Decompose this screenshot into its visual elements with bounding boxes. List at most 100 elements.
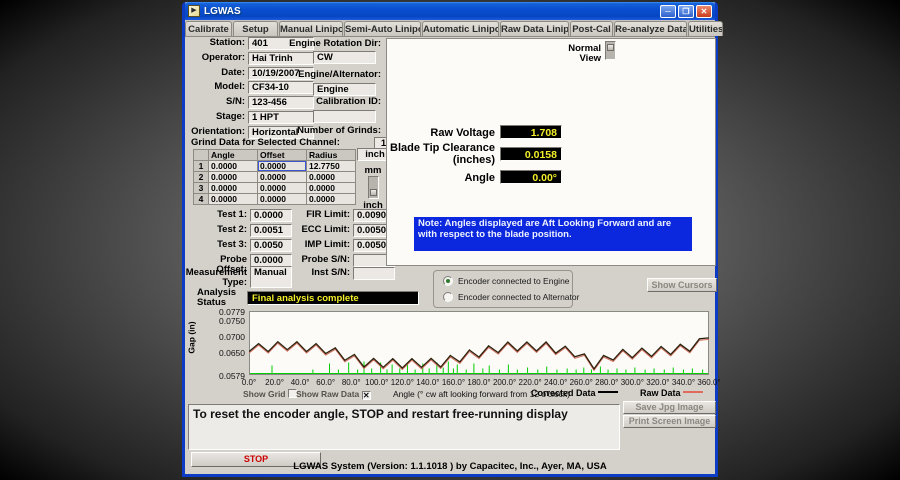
tab-post-cal[interactable]: Post-Cal bbox=[570, 21, 613, 36]
clearance-display: 0.0158 bbox=[500, 147, 562, 161]
engine-alternator-label: Engine/Alternator: bbox=[285, 70, 381, 80]
chart-y-axis-title: Gap (in) bbox=[188, 321, 197, 361]
angle-label: Angle bbox=[407, 173, 495, 185]
test2-label: Test 2: bbox=[189, 225, 247, 235]
analysis-status-label: Analysis Status bbox=[197, 288, 241, 308]
measurement-type-field[interactable]: Manual bbox=[250, 266, 292, 288]
encoder-engine-option[interactable]: Encoder connected to Engine bbox=[443, 276, 570, 286]
table-cell[interactable]: 0.0000 bbox=[258, 183, 306, 193]
calibration-id-field[interactable] bbox=[313, 110, 376, 123]
legend-raw-line-icon bbox=[683, 391, 703, 393]
encoder-alternator-label: Encoder connected to Alternator bbox=[458, 292, 579, 302]
grind-table-title: Grind Data for Selected Channel: bbox=[191, 138, 351, 148]
date-label: Date: bbox=[185, 68, 245, 78]
analysis-status-display: Final analysis complete bbox=[247, 291, 419, 305]
tab-re-analyze-data[interactable]: Re-analyze Data bbox=[614, 21, 687, 36]
app-window: ▶ LGWAS ─ ❐ ✕ Calibrate Setup Manual Lin… bbox=[182, 2, 718, 477]
print-screen-button[interactable]: Print Screen Image bbox=[623, 415, 716, 428]
engine-rotation-field[interactable]: CW bbox=[313, 51, 376, 64]
tab-utilities[interactable]: Utilities bbox=[688, 21, 723, 36]
show-grid-label: Show Grid bbox=[243, 389, 297, 399]
legend-corrected-text: Corrected Data bbox=[531, 388, 596, 398]
tab-calibrate[interactable]: Calibrate bbox=[185, 21, 232, 36]
labview-app-icon: ▶ bbox=[188, 5, 200, 17]
table-cell[interactable]: 12.7750 bbox=[307, 161, 355, 171]
legend-corrected-line-icon bbox=[598, 391, 618, 393]
message-box: To reset the encoder angle, STOP and res… bbox=[188, 404, 620, 450]
imp-limit-label: IMP Limit: bbox=[295, 240, 350, 250]
tab-raw-data-linipot[interactable]: Raw Data Linipot bbox=[500, 21, 569, 36]
encoder-engine-label: Encoder connected to Engine bbox=[458, 276, 570, 286]
test2-field[interactable]: 0.0051 bbox=[250, 224, 292, 237]
clearance-label-line2: (inches) bbox=[453, 154, 495, 166]
stage-field[interactable]: 1 HPT bbox=[248, 111, 314, 124]
test3-label: Test 3: bbox=[189, 240, 247, 250]
tab-semi-auto-linipot[interactable]: Semi-Auto Linipot bbox=[344, 21, 421, 36]
model-label: Model: bbox=[185, 82, 245, 92]
clearance-label-line1: Blade Tip Clearance bbox=[390, 142, 495, 154]
show-raw-checkbox[interactable]: ✕ bbox=[362, 391, 371, 400]
table-cell[interactable]: 0.0000 bbox=[209, 172, 257, 182]
note-box: Note: Angles displayed are Aft Looking F… bbox=[414, 217, 692, 251]
probe-sn-label: Probe S/N: bbox=[295, 255, 350, 265]
orientation-label: Orientation: bbox=[185, 127, 245, 137]
inst-sn-field[interactable] bbox=[353, 267, 395, 280]
test1-field[interactable]: 0.0000 bbox=[250, 209, 292, 222]
status-bar: LGWAS System (Version: 1.1.1018 ) by Cap… bbox=[185, 461, 715, 472]
radio-selected-icon[interactable] bbox=[443, 276, 453, 286]
tab-strip: Calibrate Setup Manual Linipot Semi-Auto… bbox=[185, 20, 715, 37]
normal-view-label: Normal View bbox=[545, 44, 601, 64]
engine-rotation-label: Engine Rotation Dir: bbox=[285, 39, 381, 49]
view-slider-thumb[interactable] bbox=[607, 44, 614, 51]
unit-slider-thumb[interactable] bbox=[370, 189, 377, 196]
number-of-grinds-label: Number of Grinds: bbox=[285, 126, 381, 136]
row-index: 2 bbox=[194, 172, 208, 182]
save-jpg-button[interactable]: Save Jpg Image bbox=[623, 401, 716, 414]
table-cell-selected[interactable]: 0.0000 bbox=[258, 161, 306, 171]
show-cursors-button[interactable]: Show Cursors bbox=[647, 278, 717, 292]
calibration-id-label: Calibration ID: bbox=[285, 97, 381, 107]
row-index: 4 bbox=[194, 194, 208, 204]
minimize-button[interactable]: ─ bbox=[660, 5, 676, 18]
angle-display: 0.00° bbox=[500, 170, 562, 184]
test3-field[interactable]: 0.0050 bbox=[250, 239, 292, 252]
row-index: 1 bbox=[194, 161, 208, 171]
table-cell[interactable]: 0.0000 bbox=[209, 161, 257, 171]
raw-voltage-display: 1.708 bbox=[500, 125, 562, 139]
tab-manual-linipot[interactable]: Manual Linipot bbox=[279, 21, 343, 36]
stage-label: Stage: bbox=[185, 112, 245, 122]
table-cell[interactable]: 0.0000 bbox=[258, 172, 306, 182]
table-header-angle: Angle bbox=[209, 150, 257, 160]
restore-button[interactable]: ❐ bbox=[678, 5, 694, 18]
grind-data-table: Angle Offset Radius 1 0.0000 0.0000 12.7… bbox=[193, 149, 356, 205]
close-button[interactable]: ✕ bbox=[696, 5, 712, 18]
table-cell[interactable]: 0.0000 bbox=[258, 194, 306, 204]
radio-unselected-icon[interactable] bbox=[443, 292, 453, 302]
serial-label: S/N: bbox=[185, 97, 245, 107]
table-cell[interactable]: 0.0000 bbox=[307, 194, 355, 204]
test1-label: Test 1: bbox=[189, 210, 247, 220]
tab-setup[interactable]: Setup bbox=[233, 21, 278, 36]
gap-vs-angle-chart[interactable] bbox=[249, 311, 709, 375]
table-cell[interactable]: 0.0000 bbox=[209, 194, 257, 204]
title-bar[interactable]: ▶ LGWAS ─ ❐ ✕ bbox=[185, 2, 715, 20]
window-title: LGWAS bbox=[204, 6, 658, 17]
legend-corrected: Corrected Data bbox=[531, 388, 618, 398]
engine-alternator-field[interactable]: Engine bbox=[313, 83, 376, 96]
raw-voltage-label: Raw Voltage bbox=[407, 128, 495, 140]
table-cell[interactable]: 0.0000 bbox=[209, 183, 257, 193]
model-field[interactable]: CF34-10 bbox=[248, 81, 314, 94]
table-header bbox=[194, 150, 208, 160]
y-tick-label: 0.0650 bbox=[211, 348, 245, 358]
unit-mm-label: mm bbox=[361, 166, 385, 176]
encoder-alternator-option[interactable]: Encoder connected to Alternator bbox=[443, 292, 579, 302]
legend-raw-text: Raw Data bbox=[640, 388, 681, 398]
view-slider[interactable] bbox=[605, 41, 616, 60]
show-grid-text: Show Grid bbox=[243, 389, 286, 399]
y-tick-label: 0.0750 bbox=[211, 316, 245, 326]
unit-slider[interactable] bbox=[368, 176, 379, 199]
tab-automatic-linipot[interactable]: Automatic Linipot bbox=[422, 21, 499, 36]
operator-field[interactable]: Hai Trinh bbox=[248, 52, 314, 65]
table-cell[interactable]: 0.0000 bbox=[307, 172, 355, 182]
table-cell[interactable]: 0.0000 bbox=[307, 183, 355, 193]
